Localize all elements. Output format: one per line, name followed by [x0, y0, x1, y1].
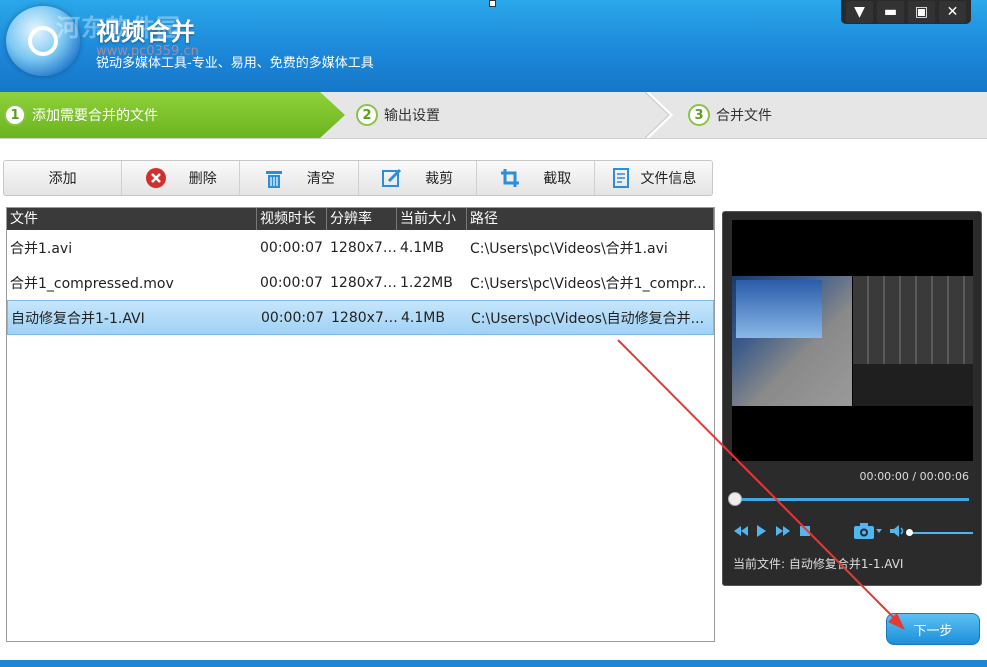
- file-name: 自动修复合并1-1.AVI: [11, 310, 145, 327]
- step-add-files[interactable]: 1 添加需要合并的文件: [0, 92, 345, 138]
- timecode: 00:00:00 / 00:00:06: [859, 470, 969, 483]
- trim-label: 截取: [543, 171, 572, 187]
- file-duration: 00:00:07: [260, 274, 323, 291]
- camera-icon[interactable]: [853, 522, 883, 540]
- file-resolution: 1280x720: [330, 274, 397, 291]
- file-name: 合并1.avi: [10, 240, 73, 257]
- next-button[interactable]: 下一步: [886, 613, 980, 645]
- video-frame-right: [853, 276, 973, 406]
- app-subtitle: 锐动多媒体工具-专业、易用、免费的多媒体工具: [96, 56, 374, 71]
- document-icon: [610, 167, 632, 189]
- column-header-file[interactable]: 文件: [7, 208, 257, 230]
- file-resolution: 1280x720: [330, 239, 397, 256]
- column-header-path[interactable]: 路径: [467, 208, 714, 230]
- table-row[interactable]: 合并1.avi 00:00:07 1280x720 4.1MB C:\Users…: [7, 230, 714, 265]
- file-name: 合并1_compressed.mov: [10, 275, 174, 292]
- step-label: 合并文件: [716, 108, 772, 124]
- step-separator-icon: [645, 92, 674, 138]
- list-header: 文件 视频时长 分辨率 当前大小 路径: [7, 208, 714, 230]
- crop-label: 裁剪: [425, 171, 454, 187]
- volume-handle[interactable]: [906, 529, 913, 536]
- volume-icon[interactable]: [889, 524, 905, 538]
- delete-button[interactable]: 删除: [122, 161, 241, 195]
- step-wizard: 1 添加需要合并的文件 2 输出设置 3 合并文件: [0, 92, 987, 139]
- app-title: 视频合并: [96, 18, 196, 46]
- file-path: C:\Users\pc\Videos\自动修复合并...: [471, 310, 705, 327]
- file-info-button[interactable]: 文件信息: [595, 161, 712, 195]
- play-icon[interactable]: [755, 524, 767, 538]
- clear-label: 清空: [306, 171, 335, 187]
- resize-handle[interactable]: [489, 0, 496, 7]
- file-size: 4.1MB: [401, 309, 445, 326]
- stop-icon[interactable]: [799, 524, 811, 538]
- column-header-duration[interactable]: 视频时长: [257, 208, 327, 230]
- fast-forward-icon[interactable]: [775, 524, 791, 538]
- step-label: 添加需要合并的文件: [32, 108, 158, 124]
- trash-icon: [263, 167, 285, 189]
- app-header: 河东软件园 视频合并 www.pc0359.cn 锐动多媒体工具-专业、易用、免…: [0, 0, 987, 92]
- step-output-settings[interactable]: 2 输出设置: [356, 92, 440, 138]
- file-duration: 00:00:07: [261, 309, 324, 326]
- table-row-selected[interactable]: 自动修复合并1-1.AVI 00:00:07 1280x720 4.1MB C:…: [7, 300, 714, 335]
- preview-panel: 00:00:00 / 00:00:06 当前文件: 自动修复合并1-1.AVI: [722, 211, 982, 586]
- clear-button[interactable]: 清空: [240, 161, 359, 195]
- file-path: C:\Users\pc\Videos\合并1_compr...: [470, 275, 707, 292]
- crop-button[interactable]: 裁剪: [359, 161, 477, 195]
- crop-icon: [499, 167, 521, 189]
- file-path: C:\Users\pc\Videos\合并1.avi: [470, 240, 668, 257]
- rewind-icon[interactable]: [733, 524, 749, 538]
- delete-label: 删除: [188, 171, 217, 187]
- column-header-size[interactable]: 当前大小: [397, 208, 467, 230]
- step-number: 1: [4, 104, 26, 126]
- playback-controls: [733, 522, 973, 542]
- maximize-icon[interactable]: ▣: [908, 1, 935, 23]
- file-info-label: 文件信息: [640, 171, 697, 187]
- step-label: 输出设置: [384, 108, 440, 124]
- step-merge-files[interactable]: 3 合并文件: [688, 92, 772, 138]
- window-controls: ▼ ▬ ▣ ✕: [841, 0, 971, 24]
- current-file-label: 当前文件: 自动修复合并1-1.AVI: [733, 557, 904, 571]
- file-list[interactable]: 文件 视频时长 分辨率 当前大小 路径 合并1.avi 00:00:07 128…: [6, 207, 715, 642]
- step-number: 2: [356, 104, 378, 126]
- bottom-bar: [0, 660, 987, 667]
- file-resolution: 1280x720: [331, 309, 398, 326]
- volume-slider[interactable]: [908, 532, 973, 534]
- minimize-icon[interactable]: ▬: [877, 1, 904, 23]
- file-size: 4.1MB: [400, 239, 444, 256]
- edit-icon: [381, 167, 403, 189]
- seek-bar[interactable]: [733, 498, 969, 501]
- video-preview[interactable]: [732, 220, 973, 461]
- add-label: 添加: [48, 171, 77, 187]
- table-row[interactable]: 合并1_compressed.mov 00:00:07 1280x720 1.2…: [7, 265, 714, 300]
- file-duration: 00:00:07: [260, 239, 323, 256]
- delete-icon: [145, 167, 167, 189]
- toolbar: 添加 删除 清空 裁剪 截取 文件信息: [3, 160, 713, 196]
- column-header-resolution[interactable]: 分辨率: [327, 208, 397, 230]
- menu-dropdown-icon[interactable]: ▼: [846, 1, 873, 23]
- seek-handle[interactable]: [728, 492, 742, 506]
- video-frame-left: [732, 276, 852, 406]
- file-size: 1.22MB: [400, 274, 453, 291]
- add-button[interactable]: 添加: [4, 161, 123, 195]
- close-icon[interactable]: ✕: [939, 1, 966, 23]
- trim-button[interactable]: 截取: [477, 161, 595, 195]
- step-number: 3: [688, 104, 710, 126]
